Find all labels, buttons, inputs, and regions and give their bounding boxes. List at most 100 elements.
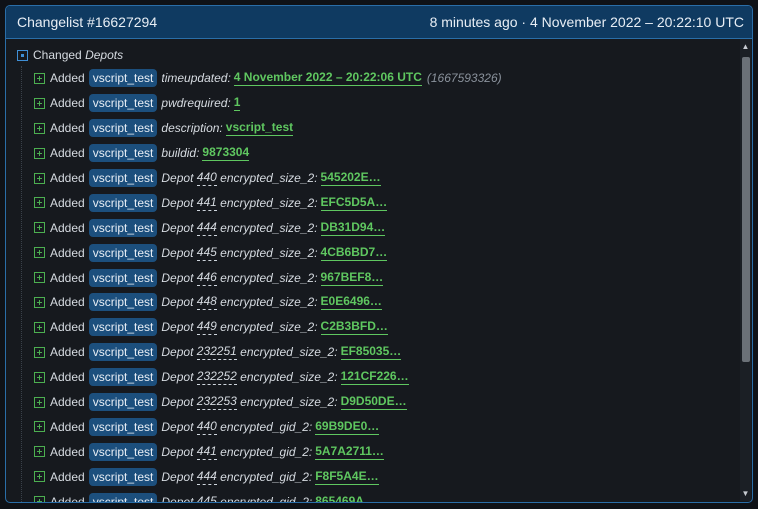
- change-value[interactable]: 865469A…: [315, 494, 376, 502]
- change-key: encrypted_size_2:: [220, 195, 318, 210]
- change-action: Added: [50, 494, 85, 502]
- change-value[interactable]: 5A7A2711…: [315, 444, 384, 460]
- branch-badge[interactable]: vscript_test: [88, 169, 158, 187]
- change-key: encrypted_gid_2:: [220, 469, 313, 484]
- depot-label: Depot: [161, 195, 194, 210]
- change-value[interactable]: 121CF226…: [340, 369, 409, 386]
- vertical-scrollbar[interactable]: ▲ ▼: [740, 39, 751, 501]
- depot-label: Depot: [161, 220, 194, 235]
- branch-badge[interactable]: vscript_test: [88, 293, 158, 312]
- branch-badge[interactable]: vscript_test: [88, 368, 158, 387]
- change-value[interactable]: C2B3BFD…: [320, 319, 388, 336]
- branch-badge[interactable]: vscript_test: [88, 417, 158, 436]
- change-value[interactable]: 9873304: [202, 145, 250, 162]
- branch-badge[interactable]: vscript_test: [88, 119, 158, 138]
- change-key: encrypted_size_2:: [220, 320, 318, 335]
- plus-square-icon: [34, 247, 45, 259]
- scroll-down-arrow-icon[interactable]: ▼: [741, 489, 750, 498]
- branch-badge[interactable]: vscript_test: [88, 343, 158, 362]
- branch-badge[interactable]: vscript_test: [88, 69, 158, 88]
- plus-square-icon: [34, 346, 45, 358]
- branch-badge[interactable]: vscript_test: [88, 393, 158, 412]
- branch-badge[interactable]: vscript_test: [88, 318, 158, 337]
- change-row: Added vscript_test Depot 445 encrypted_siz…: [34, 240, 740, 265]
- change-value[interactable]: EF85035…: [340, 344, 402, 361]
- plus-square-icon: [34, 296, 45, 308]
- scrollbar-thumb[interactable]: [742, 57, 750, 362]
- branch-badge[interactable]: vscript_test: [88, 492, 158, 502]
- change-value[interactable]: 4 November 2022 – 20:22:06 UTC: [233, 70, 422, 87]
- depot-id-link[interactable]: 441: [196, 195, 217, 211]
- depot-id-link[interactable]: 441: [196, 444, 217, 460]
- plus-square-icon: [34, 122, 45, 134]
- change-action: Added: [50, 121, 85, 136]
- depot-id-link[interactable]: 445: [196, 245, 217, 261]
- change-key: encrypted_size_2:: [220, 171, 318, 185]
- change-value[interactable]: 69B9DE0…: [315, 419, 380, 435]
- change-action: Added: [50, 71, 85, 86]
- changelist-time: 8 minutes ago · 4 November 2022 – 20:22:…: [429, 14, 744, 30]
- change-value[interactable]: D9D50DE…: [340, 394, 407, 411]
- plus-square-icon: [34, 396, 45, 408]
- change-row: Added vscript_test Depot 440 encrypted_siz…: [34, 166, 740, 191]
- change-row: Added vscript_test pwdrequired: 1: [34, 91, 740, 116]
- branch-badge[interactable]: vscript_test: [88, 467, 158, 486]
- changelist-panel: Changelist #16627294 8 minutes ago · 4 N…: [5, 5, 753, 503]
- scroll-up-arrow-icon[interactable]: ▲: [741, 42, 750, 51]
- change-row: Added vscript_test Depot 232253 encrypted_…: [34, 390, 740, 415]
- change-row: Added vscript_test Depot 232252 encrypted_…: [34, 365, 740, 390]
- change-value[interactable]: 4CB6BD7…: [320, 245, 388, 261]
- change-key: encrypted_gid_2:: [220, 419, 313, 434]
- change-value[interactable]: EFC5D5A…: [320, 195, 388, 211]
- change-action: Added: [50, 345, 85, 360]
- branch-badge[interactable]: vscript_test: [88, 442, 158, 461]
- change-action: Added: [50, 171, 85, 185]
- change-row: Added vscript_test Depot 440 encrypted_gid…: [34, 414, 740, 439]
- plus-square-icon: [34, 72, 45, 84]
- depot-label: Depot: [161, 395, 194, 410]
- depot-id-link[interactable]: 448: [196, 294, 217, 311]
- change-action: Added: [50, 444, 85, 459]
- branch-badge[interactable]: vscript_test: [88, 193, 158, 212]
- depot-id-link[interactable]: 444: [196, 220, 217, 236]
- collapse-toggle-icon[interactable]: [17, 49, 28, 61]
- change-value[interactable]: 1: [233, 95, 241, 112]
- depot-label: Depot: [161, 494, 194, 502]
- root-label-prefix: Changed: [33, 48, 82, 62]
- plus-square-icon: [34, 147, 45, 159]
- change-value[interactable]: 967BEF8…: [320, 270, 384, 286]
- change-value[interactable]: DB31D94…: [320, 220, 386, 236]
- plus-square-icon: [34, 421, 45, 433]
- change-row: Added vscript_test Depot 446 encrypted_siz…: [34, 265, 740, 290]
- depot-id-link[interactable]: 232251: [196, 344, 237, 361]
- change-row: Added vscript_test Depot 445 encrypted_gid…: [34, 489, 740, 502]
- depot-label: Depot: [161, 320, 194, 335]
- depot-id-link[interactable]: 440: [196, 170, 217, 186]
- change-value[interactable]: F8F5A4E…: [315, 469, 379, 485]
- plus-square-icon: [34, 446, 45, 458]
- change-row: Added vscript_test Depot 449 encrypted_siz…: [34, 315, 740, 340]
- branch-badge[interactable]: vscript_test: [88, 94, 158, 113]
- depot-id-link[interactable]: 446: [196, 270, 217, 286]
- change-value[interactable]: 545202E…: [320, 170, 381, 186]
- changed-depots-node[interactable]: Changed Depots: [17, 46, 740, 64]
- change-value[interactable]: E0E6496…: [320, 294, 382, 311]
- change-value[interactable]: vscript_test: [225, 120, 294, 137]
- change-row: Added vscript_test Depot 441 encrypted_siz…: [34, 190, 740, 215]
- depot-id-link[interactable]: 444: [196, 469, 217, 485]
- branch-badge[interactable]: vscript_test: [88, 144, 158, 163]
- change-key: encrypted_size_2:: [220, 270, 318, 285]
- depot-label: Depot: [161, 370, 194, 385]
- change-action: Added: [50, 395, 85, 410]
- depot-id-link[interactable]: 445: [197, 494, 217, 502]
- depot-id-link[interactable]: 440: [196, 419, 217, 435]
- change-row: Added vscript_test buildid: 9873304: [34, 141, 740, 166]
- change-rows: Added vscript_test timeupdated: 4 November …: [21, 66, 740, 502]
- depot-id-link[interactable]: 232253: [196, 394, 237, 411]
- branch-badge[interactable]: vscript_test: [88, 218, 158, 237]
- depot-id-link[interactable]: 449: [196, 319, 217, 336]
- branch-badge[interactable]: vscript_test: [88, 243, 158, 262]
- plus-square-icon: [34, 272, 45, 284]
- depot-id-link[interactable]: 232252: [196, 369, 237, 386]
- branch-badge[interactable]: vscript_test: [88, 268, 158, 287]
